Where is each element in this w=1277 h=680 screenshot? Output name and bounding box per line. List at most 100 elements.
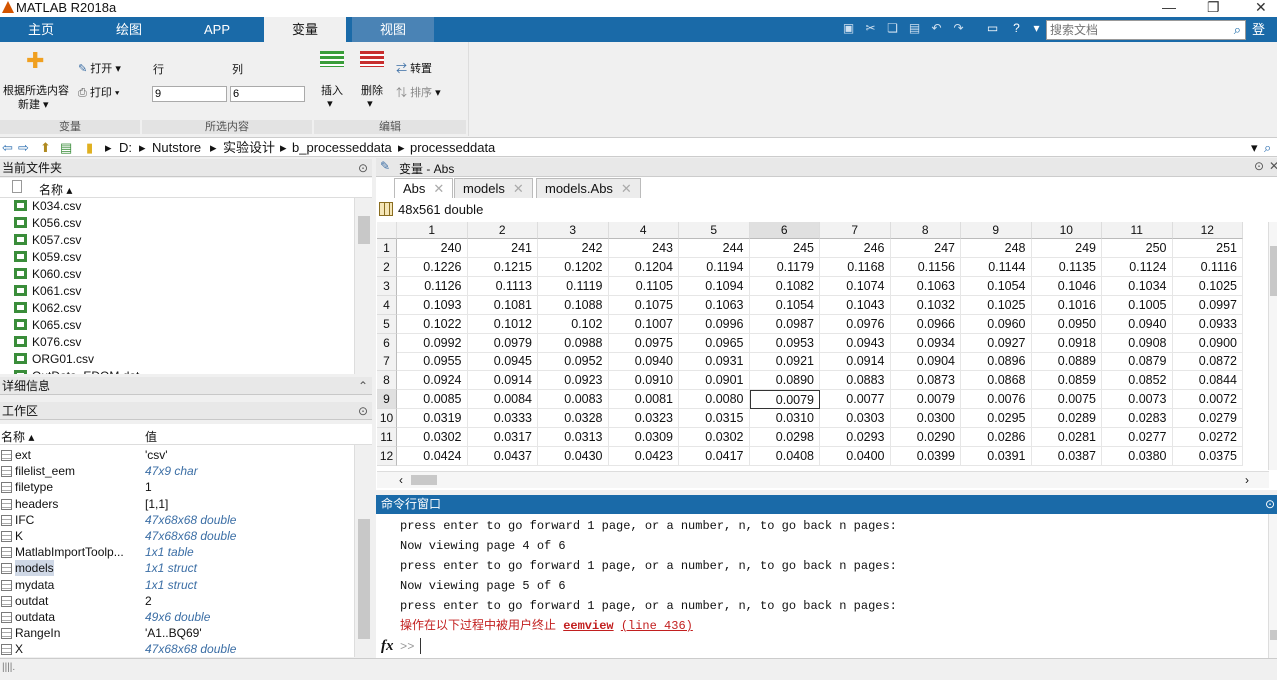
close-tab-icon[interactable]: ✕ [621, 181, 632, 196]
grid-cell[interactable]: 245 [749, 239, 820, 258]
folder-name-column[interactable]: 名称 ▴ [39, 181, 72, 198]
grid-cell[interactable]: 250 [1102, 239, 1173, 258]
undo-icon[interactable]: ↶ [928, 20, 945, 37]
tab-plots[interactable]: 绘图 [88, 17, 170, 42]
grid-cell[interactable]: 0.0290 [890, 428, 961, 447]
breadcrumb-design[interactable]: 实验设计 [223, 140, 275, 156]
file-item[interactable]: OutData_EDOM.dat [14, 368, 139, 374]
grid-cell[interactable]: 0.1194 [679, 257, 750, 277]
grid-cell[interactable]: 0.0879 [1102, 352, 1173, 372]
save-icon[interactable]: ▣ [840, 20, 857, 37]
grid-cell[interactable]: 242 [538, 239, 609, 258]
row-header[interactable]: 1 [377, 239, 397, 258]
grid-cell[interactable]: 0.0079 [890, 390, 961, 410]
grid-cell[interactable]: 0.0300 [890, 409, 961, 429]
grid-cell[interactable]: 0.1113 [467, 276, 538, 296]
close-tab-icon[interactable]: ✕ [433, 181, 444, 196]
grid-cell[interactable]: 0.0072 [1172, 390, 1243, 410]
grid-cell[interactable]: 0.0417 [679, 446, 750, 466]
grid-cell[interactable]: 0.0940 [1102, 314, 1173, 334]
grid-cell[interactable]: 0.0083 [538, 390, 609, 410]
expand-icon[interactable]: ⌃ [358, 377, 368, 395]
grid-cell[interactable]: 0.0391 [961, 446, 1032, 466]
grid-cell[interactable]: 0.0309 [608, 428, 679, 447]
grid-cell[interactable]: 0.0924 [397, 371, 468, 391]
grid-cell[interactable]: 0.0075 [1031, 390, 1102, 410]
grid-cell[interactable]: 0.1012 [467, 314, 538, 334]
column-header[interactable]: 1 [397, 222, 468, 239]
grid-cell[interactable]: 0.0914 [467, 371, 538, 391]
folder-scroll-thumb[interactable] [358, 216, 370, 244]
grid-cell[interactable]: 0.0955 [397, 352, 468, 372]
panel-menu-icon[interactable]: ⊙ [358, 159, 368, 177]
workspace-row[interactable]: outdata 49x6 double [0, 609, 354, 625]
grid-cell[interactable]: 0.0323 [608, 409, 679, 429]
row-header[interactable]: 4 [377, 295, 397, 315]
grid-cell[interactable]: 0.0317 [467, 428, 538, 447]
forward-icon[interactable]: ⇨ [18, 140, 29, 156]
grid-cell[interactable]: 0.0859 [1031, 371, 1102, 391]
workspace-row[interactable]: K 47x68x68 double [0, 528, 354, 544]
row-header[interactable]: 7 [377, 352, 397, 372]
grid-cell[interactable]: 0.1105 [608, 276, 679, 296]
grid-cell[interactable]: 0.0933 [1172, 314, 1243, 334]
grid-cell[interactable]: 0.0940 [608, 352, 679, 372]
grid-cell[interactable]: 0.1034 [1102, 276, 1173, 296]
workspace-row[interactable]: headers [1,1] [0, 496, 354, 512]
grid-cell[interactable]: 0.1082 [749, 276, 820, 296]
grid-cell[interactable]: 0.0286 [961, 428, 1032, 447]
grid-cell[interactable]: 0.0976 [820, 314, 891, 334]
grid-cell[interactable]: 0.1063 [679, 295, 750, 315]
file-item[interactable]: K059.csv [14, 249, 81, 266]
grid-cell[interactable]: 0.0279 [1172, 409, 1243, 429]
new-from-selection-label[interactable]: 根据所选内容 [3, 85, 69, 98]
column-header[interactable]: 2 [467, 222, 538, 239]
workspace-row[interactable]: RangeIn 'A1..BQ69' [0, 625, 354, 641]
grid-cell[interactable]: 0.1088 [538, 295, 609, 315]
breadcrumb-nutstore[interactable]: Nutstore [152, 140, 201, 156]
grid-cell[interactable]: 0.1215 [467, 257, 538, 277]
column-header[interactable]: 5 [679, 222, 750, 239]
breadcrumb-b-processeddata[interactable]: b_processeddata [292, 140, 392, 156]
grid-cell[interactable]: 0.0293 [820, 428, 891, 447]
error-function-link[interactable]: eemview [563, 619, 613, 633]
file-item[interactable]: K060.csv [14, 266, 81, 283]
grid-cell[interactable]: 0.0079 [749, 390, 820, 410]
grid-cell[interactable]: 0.0295 [961, 409, 1032, 429]
grid-cell[interactable]: 0.0408 [749, 446, 820, 466]
grid-cell[interactable]: 0.1081 [467, 295, 538, 315]
row-header[interactable]: 6 [377, 333, 397, 353]
row-header[interactable]: 10 [377, 409, 397, 429]
grid-cell[interactable]: 251 [1172, 239, 1243, 258]
tab-models-abs[interactable]: models.Abs ✕ [536, 178, 641, 198]
close-tab-icon[interactable]: ✕ [513, 181, 524, 196]
help-icon[interactable]: ? [1008, 20, 1025, 37]
scroll-left-icon[interactable]: ‹ [399, 473, 403, 487]
grid-cell[interactable]: 248 [961, 239, 1032, 258]
grid-cell[interactable]: 0.0988 [538, 333, 609, 353]
grid-cell[interactable]: 0.0333 [467, 409, 538, 429]
grid-cell[interactable]: 0.1094 [679, 276, 750, 296]
grid-cell[interactable]: 0.1063 [890, 276, 961, 296]
print-button[interactable]: ⎙ 打印 ▾ [78, 87, 120, 100]
restore-icon[interactable]: ❐ [1207, 0, 1220, 14]
grid-cell[interactable]: 0.0073 [1102, 390, 1173, 410]
grid-cell[interactable]: 0.0904 [890, 352, 961, 372]
grid-cell[interactable]: 0.0081 [608, 390, 679, 410]
breadcrumb-drive[interactable]: D: [119, 140, 132, 156]
row-header[interactable]: 2 [377, 257, 397, 277]
grid-cell[interactable]: 0.0952 [538, 352, 609, 372]
command-prompt[interactable]: fx >> [376, 636, 1277, 658]
row-header[interactable]: 5 [377, 314, 397, 334]
column-header[interactable]: 9 [961, 222, 1032, 239]
minimize-icon[interactable]: — [1162, 0, 1176, 14]
workspace-row[interactable]: IFC 47x68x68 double [0, 512, 354, 528]
switch-windows-icon[interactable]: ▭ [984, 20, 1001, 37]
grid-cell[interactable]: 0.0997 [1172, 295, 1243, 315]
grid-cell[interactable]: 0.1025 [1172, 276, 1243, 296]
grid-horizontal-scrollbar[interactable]: ‹ › [377, 471, 1269, 488]
copy-icon[interactable]: ❏ [884, 20, 901, 37]
grid-cell[interactable]: 0.0084 [467, 390, 538, 410]
grid-cell[interactable]: 0.0890 [749, 371, 820, 391]
grid-cell[interactable]: 0.0400 [820, 446, 891, 466]
